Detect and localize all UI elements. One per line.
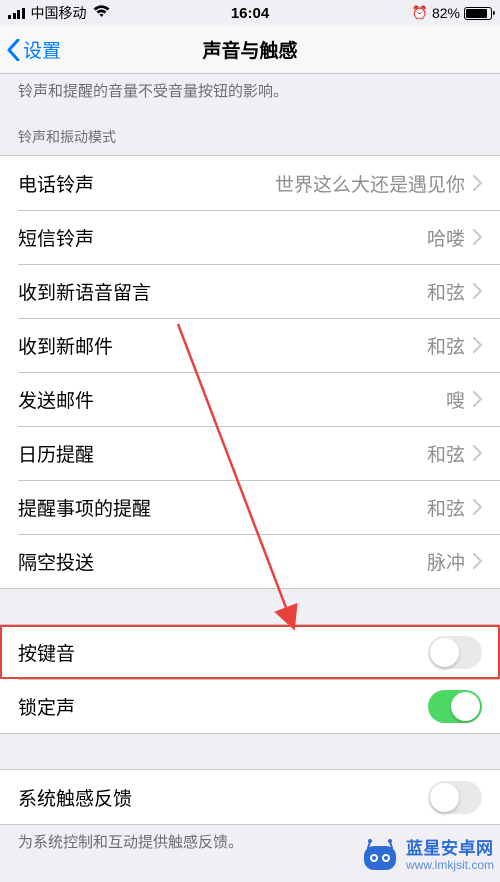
chevron-left-icon xyxy=(7,39,20,61)
row-label: 提醒事项的提醒 xyxy=(18,494,151,521)
row-label: 电话铃声 xyxy=(18,170,94,197)
text-tone-row[interactable]: 短信铃声 哈喽 xyxy=(0,210,500,264)
cellular-signal-icon xyxy=(8,8,25,19)
watermark-url: www.lmkjsit.com xyxy=(406,859,494,872)
status-bar: 中国移动 16:04 ⏰ 82% xyxy=(0,0,500,26)
row-label: 锁定声 xyxy=(18,693,75,720)
row-value: 嗖 xyxy=(446,386,465,413)
reminder-alerts-row[interactable]: 提醒事项的提醒 和弦 xyxy=(0,480,500,534)
chevron-right-icon xyxy=(473,229,482,245)
lock-sound-toggle[interactable] xyxy=(428,690,482,723)
sounds-toggle-list: 按键音 锁定声 xyxy=(0,624,500,734)
chevron-right-icon xyxy=(473,283,482,299)
row-label: 隔空投送 xyxy=(18,548,94,575)
ringtone-group-header: 铃声和振动模式 xyxy=(0,109,500,155)
row-value: 和弦 xyxy=(427,494,465,521)
wifi-icon xyxy=(93,5,110,22)
chevron-right-icon xyxy=(473,553,482,569)
back-button[interactable]: 设置 xyxy=(0,36,61,63)
keyboard-clicks-toggle[interactable] xyxy=(428,636,482,669)
calendar-alerts-row[interactable]: 日历提醒 和弦 xyxy=(0,426,500,480)
lock-sound-row[interactable]: 锁定声 xyxy=(0,679,500,733)
keyboard-clicks-row[interactable]: 按键音 xyxy=(0,625,500,679)
airdrop-row[interactable]: 隔空投送 脉冲 xyxy=(0,534,500,588)
system-haptics-toggle[interactable] xyxy=(428,781,482,814)
row-value: 脉冲 xyxy=(427,548,465,575)
ringtone-list: 电话铃声 世界这么大还是遇见你 短信铃声 哈喽 收到新语音留言 和弦 收到新邮件… xyxy=(0,155,500,589)
row-label: 发送邮件 xyxy=(18,386,94,413)
voicemail-row[interactable]: 收到新语音留言 和弦 xyxy=(0,264,500,318)
navigation-bar: 设置 声音与触感 xyxy=(0,26,500,74)
carrier-label: 中国移动 xyxy=(31,3,87,23)
chevron-right-icon xyxy=(473,337,482,353)
row-value: 和弦 xyxy=(427,440,465,467)
ringtone-row[interactable]: 电话铃声 世界这么大还是遇见你 xyxy=(0,156,500,210)
row-value: 和弦 xyxy=(427,278,465,305)
battery-percentage: 82% xyxy=(432,5,460,21)
row-label: 收到新邮件 xyxy=(18,332,113,359)
watermark-name: 蓝星安卓网 xyxy=(406,840,494,859)
row-value: 和弦 xyxy=(427,332,465,359)
system-haptics-row[interactable]: 系统触感反馈 xyxy=(0,770,500,824)
row-label: 日历提醒 xyxy=(18,440,94,467)
status-left: 中国移动 xyxy=(8,3,110,23)
row-label: 短信铃声 xyxy=(18,224,94,251)
chevron-right-icon xyxy=(473,499,482,515)
row-value: 哈喽 xyxy=(427,224,465,251)
row-label: 按键音 xyxy=(18,639,75,666)
chevron-right-icon xyxy=(473,391,482,407)
volume-note: 铃声和提醒的音量不受音量按钮的影响。 xyxy=(0,74,500,109)
row-label: 系统触感反馈 xyxy=(18,784,132,811)
watermark-robot-icon xyxy=(360,836,400,876)
watermark-text: 蓝星安卓网 www.lmkjsit.com xyxy=(406,840,494,872)
status-right: ⏰ 82% xyxy=(412,5,492,21)
page-title: 声音与触感 xyxy=(202,36,297,63)
chevron-right-icon xyxy=(473,175,482,191)
row-label: 收到新语音留言 xyxy=(18,278,151,305)
clock-label: 16:04 xyxy=(231,5,269,22)
haptics-list: 系统触感反馈 xyxy=(0,769,500,825)
battery-icon xyxy=(464,7,492,20)
back-label: 设置 xyxy=(23,36,61,63)
alarm-icon: ⏰ xyxy=(412,5,428,21)
sent-mail-row[interactable]: 发送邮件 嗖 xyxy=(0,372,500,426)
chevron-right-icon xyxy=(473,445,482,461)
new-mail-row[interactable]: 收到新邮件 和弦 xyxy=(0,318,500,372)
watermark: 蓝星安卓网 www.lmkjsit.com xyxy=(360,836,494,876)
row-value: 世界这么大还是遇见你 xyxy=(275,170,465,197)
